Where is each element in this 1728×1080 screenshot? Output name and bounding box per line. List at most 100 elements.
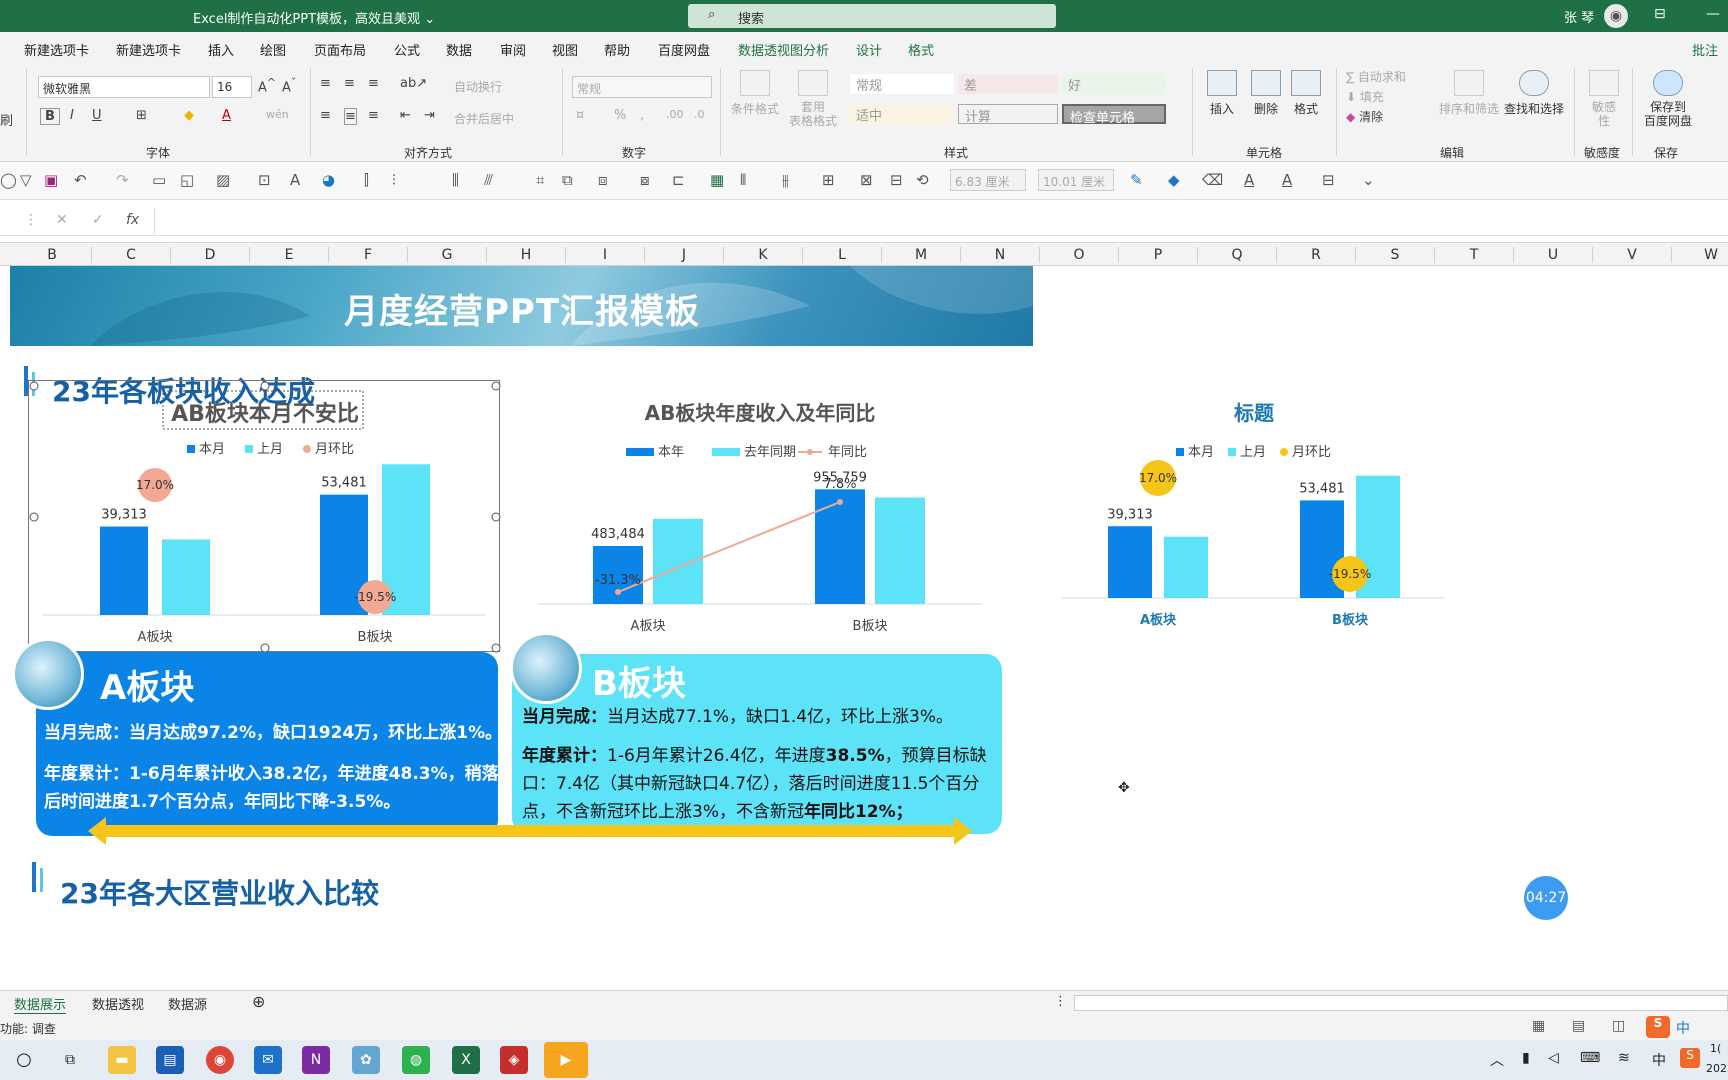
ime-mode[interactable]: 中 [1676, 1018, 1690, 1038]
percent-icon[interactable]: % [614, 108, 626, 123]
column-header-I[interactable]: I [595, 247, 615, 263]
column-header-D[interactable]: D [200, 247, 220, 263]
group-icon[interactable]: ⧈ [598, 171, 608, 189]
app-swirl-icon[interactable]: ✿ [352, 1046, 380, 1074]
indent-decrease-icon[interactable]: ⇤ [400, 108, 411, 123]
italic-button[interactable]: I [70, 108, 74, 123]
columns-icon[interactable]: ⫴ [740, 171, 746, 189]
column-separator[interactable] [1355, 247, 1356, 263]
column-separator[interactable] [1671, 247, 1672, 263]
sheet-tab-pivot[interactable]: 数据透视 [92, 994, 144, 1013]
align-left-obj-icon[interactable]: ⊏ [672, 171, 685, 189]
clock-time[interactable]: 1( [1710, 1042, 1721, 1055]
decrease-decimal-icon[interactable]: .0 [694, 108, 705, 121]
column-header-L[interactable]: L [832, 247, 852, 263]
shrink-font-icon[interactable]: Aˇ [282, 76, 296, 95]
text-color-icon[interactable]: A [1244, 171, 1254, 189]
tab-page-layout[interactable]: 页面布局 [314, 40, 366, 59]
shape-width-field[interactable]: 10.01 厘米 [1038, 169, 1114, 191]
column-separator[interactable] [1434, 247, 1435, 263]
eraser-icon[interactable]: ⌫ [1202, 171, 1223, 189]
tab-view[interactable]: 视图 [552, 40, 578, 59]
table-format-button[interactable]: 套用 表格格式 [782, 70, 844, 128]
recorder-icon[interactable]: ▶ [544, 1042, 588, 1078]
rows-icon[interactable]: ⫵ [782, 171, 789, 189]
tab-review[interactable]: 审阅 [500, 40, 526, 59]
sort-filter-button[interactable]: 排序和筛选 [1436, 70, 1502, 117]
underline-button[interactable]: U [92, 108, 102, 123]
align-middle-icon[interactable]: ≡ [344, 76, 355, 91]
phonetic-icon[interactable]: wén [266, 108, 289, 121]
column-header-E[interactable]: E [279, 247, 299, 263]
align-bottom-icon[interactable]: ≡ [368, 76, 379, 91]
tab-pivot-analysis[interactable]: 数据透视图分析 [738, 40, 829, 59]
sheet-icon[interactable]: ▦ [710, 171, 724, 189]
column-separator[interactable] [960, 247, 961, 263]
tab-baidu[interactable]: 百度网盘 [658, 40, 710, 59]
wrap-text-button[interactable]: 自动换行 [454, 78, 502, 95]
column-header-N[interactable]: N [990, 247, 1010, 263]
app-shield-icon[interactable]: ◈ [500, 1046, 528, 1074]
worksheet[interactable]: 月度经营PPT汇报模板 23年各板块收入达成 AB板块本月不安比 本月 上月 月环比 3… [0, 266, 1728, 990]
sogou-icon[interactable]: S [1646, 1016, 1670, 1038]
column-separator[interactable] [1197, 247, 1198, 263]
avatar[interactable]: ◉ [1604, 4, 1628, 28]
column-separator[interactable] [565, 247, 566, 263]
camera-icon[interactable]: ▭ [152, 171, 166, 189]
column-separator[interactable] [802, 247, 803, 263]
textbox-a-icon[interactable]: A [290, 171, 300, 189]
sogou-tray-icon[interactable]: S [1680, 1048, 1700, 1068]
font-color-icon[interactable]: A [222, 108, 231, 123]
undo-icon[interactable]: ↶ [74, 171, 87, 189]
add-sheet-icon[interactable]: ⊕ [252, 992, 265, 1011]
align-center-icon[interactable]: ≡ [344, 108, 357, 125]
find-select-button[interactable]: 查找和选择 [1502, 70, 1566, 117]
style-neutral[interactable]: 适中 [850, 104, 954, 124]
tab-data[interactable]: 数据 [446, 40, 472, 59]
file-explorer-icon[interactable]: ▬ [108, 1046, 136, 1074]
user-name[interactable]: 张 琴 [1564, 7, 1594, 26]
excel-icon[interactable]: X [452, 1046, 480, 1074]
style-good[interactable]: 好 [1062, 74, 1166, 94]
bars-2-icon[interactable]: ⫻ [484, 171, 493, 189]
tab-draw[interactable]: 绘图 [260, 40, 286, 59]
store-icon[interactable]: ▤ [156, 1046, 184, 1074]
cancel-icon[interactable]: ✕ [56, 212, 68, 228]
chrome-icon[interactable]: ◉ [206, 1046, 234, 1074]
column-separator[interactable] [486, 247, 487, 263]
onenote-icon[interactable]: N [302, 1046, 330, 1074]
ribbon-display-icon[interactable]: ⊟ [1654, 6, 1666, 22]
format-cells-button[interactable]: 格式 [1284, 70, 1328, 117]
column-header-B[interactable]: B [42, 247, 62, 263]
crop-icon[interactable]: ⌗ [536, 171, 544, 189]
textbox-icon[interactable]: ⊡ [258, 171, 271, 189]
tab-formulas[interactable]: 公式 [394, 40, 420, 59]
wifi-icon[interactable]: ≋ [1618, 1050, 1630, 1066]
send-back-icon[interactable]: ⧇ [640, 171, 650, 189]
volume-icon[interactable]: ◁ [1548, 1050, 1559, 1066]
align-objects-icon[interactable]: ⫿ [364, 171, 369, 189]
page-layout-icon[interactable]: ▤ [1572, 1018, 1585, 1034]
column-separator[interactable] [644, 247, 645, 263]
tab-design[interactable]: 设计 [856, 40, 882, 59]
align-top-icon[interactable]: ≡ [320, 76, 331, 91]
column-header-U[interactable]: U [1543, 247, 1563, 263]
merge-center-button[interactable]: 合并后居中 [454, 110, 514, 127]
enter-icon[interactable]: ✓ [92, 212, 104, 228]
shape-height-field[interactable]: 6.83 厘米 [950, 169, 1026, 191]
column-header-H[interactable]: H [516, 247, 536, 263]
tab-custom-2[interactable]: 新建选项卡 [116, 40, 181, 59]
save-icon[interactable]: ▣ [44, 171, 58, 189]
fx-icon[interactable]: fx [126, 212, 139, 228]
redo-icon[interactable]: ↷ [116, 171, 129, 189]
column-separator[interactable] [1592, 247, 1593, 263]
shape-outline-icon[interactable]: ✎ [1130, 171, 1143, 189]
column-header-G[interactable]: G [437, 247, 457, 263]
column-header-P[interactable]: P [1148, 247, 1168, 263]
delete-cells-button[interactable]: 删除 [1244, 70, 1288, 117]
border-style-icon[interactable]: ⊟ [1322, 171, 1335, 189]
fill-button[interactable]: ⬇ 填充 [1346, 88, 1384, 105]
font-name-select[interactable]: 微软雅黑 [38, 76, 210, 98]
clock-date[interactable]: 2023 [1706, 1062, 1728, 1075]
column-header-M[interactable]: M [911, 247, 931, 263]
